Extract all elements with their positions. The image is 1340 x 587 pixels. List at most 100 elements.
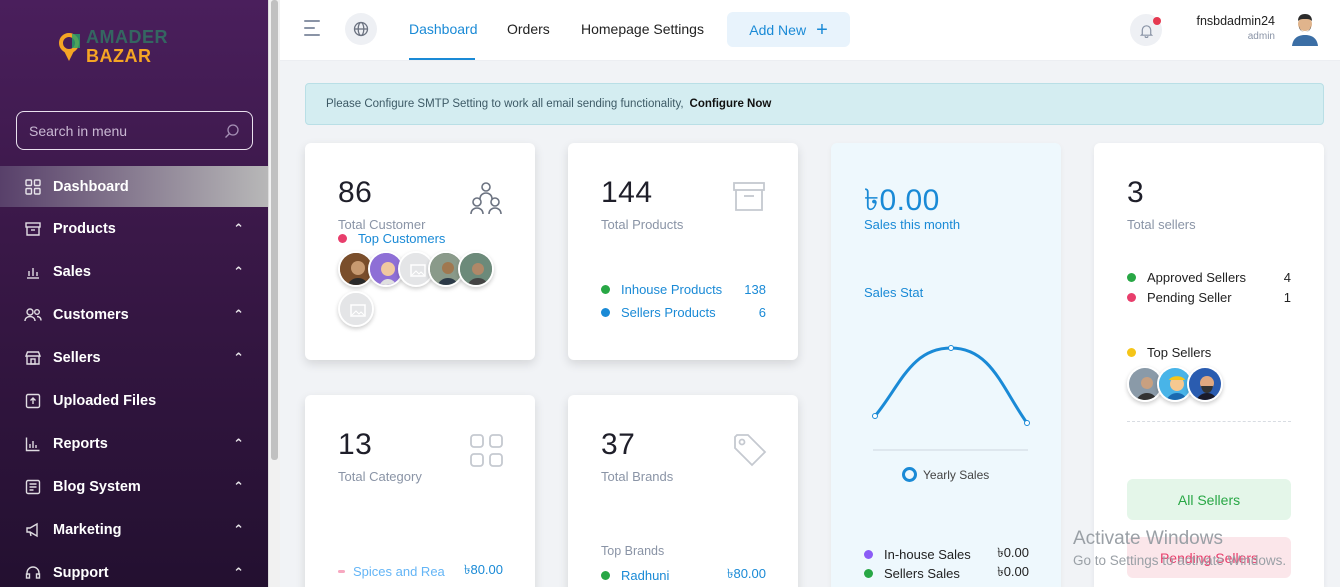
pending-seller-row: Pending Seller 1 xyxy=(1127,290,1291,305)
tag-icon xyxy=(734,434,767,467)
customer-avatar-placeholder[interactable] xyxy=(338,291,374,327)
chart-point xyxy=(872,413,878,419)
category-count: 13 xyxy=(338,428,373,461)
category-grid-icon xyxy=(470,434,503,467)
sales-stat-label: Sales Stat xyxy=(864,285,924,300)
products-card: 144 Total Products Inhouse Products 138 … xyxy=(568,143,798,360)
sellers-card: 3 Total sellers Approved Sellers 4 Pendi… xyxy=(1094,143,1324,587)
tab-dashboard[interactable]: Dashboard xyxy=(409,21,478,37)
chevron-up-icon: ⌃ xyxy=(233,307,244,322)
megaphone-icon xyxy=(24,521,42,539)
upload-icon xyxy=(24,392,42,410)
add-new-button[interactable]: Add New + xyxy=(727,12,850,47)
sidebar-item-sales[interactable]: Sales ⌃ xyxy=(0,250,268,293)
top-customers-heading: Top Customers xyxy=(338,231,445,246)
sellers-products-value: 6 xyxy=(758,305,766,320)
user-avatar[interactable] xyxy=(1290,12,1320,46)
sellers-sales-row: Sellers Sales ৳0.00 xyxy=(864,563,1029,584)
sidebar-item-label: Marketing xyxy=(53,521,122,538)
green-dot xyxy=(864,569,873,578)
configure-now-link[interactable]: Configure Now xyxy=(690,98,772,110)
bar-chart-icon xyxy=(24,435,42,453)
sidebar-item-customers[interactable]: Customers ⌃ xyxy=(0,293,268,336)
approved-sellers-label: Approved Sellers xyxy=(1147,270,1246,285)
category-item-row: Spices and Rea ৳80.00 xyxy=(338,561,503,582)
chevron-up-icon: ⌃ xyxy=(233,436,244,451)
scrollbar-thumb[interactable] xyxy=(271,0,278,460)
tab-orders[interactable]: Orders xyxy=(507,21,550,37)
sidebar-item-sellers[interactable]: Sellers ⌃ xyxy=(0,336,268,379)
customer-avatar[interactable] xyxy=(458,251,494,287)
sidebar-item-uploaded-files[interactable]: Uploaded Files xyxy=(0,379,268,422)
inhouse-products-row: Inhouse Products 138 xyxy=(601,282,766,297)
windows-watermark-subtitle: Go to Settings to activate Windows. xyxy=(1073,553,1287,568)
approved-sellers-row: Approved Sellers 4 xyxy=(1127,270,1291,285)
top-customers-label: Top Customers xyxy=(358,231,446,246)
product-count: 144 xyxy=(601,176,653,209)
seller-count: 3 xyxy=(1127,176,1145,209)
logo-text-top: AMADER xyxy=(86,27,168,47)
sidebar-search-input[interactable]: Search in menu xyxy=(16,111,253,150)
brand-count: 37 xyxy=(601,428,636,461)
chevron-up-icon: ⌃ xyxy=(233,522,244,537)
customer-count: 86 xyxy=(338,176,373,209)
blue-dot xyxy=(601,308,610,317)
globe-icon[interactable] xyxy=(345,13,377,45)
topbar: Dashboard Orders Homepage Settings Add N… xyxy=(280,0,1340,61)
chevron-up-icon: ⌃ xyxy=(233,221,244,236)
customers-card: 86 Total Customer Top Customers xyxy=(305,143,535,360)
chevron-up-icon: ⌃ xyxy=(233,264,244,279)
sidebar-item-dashboard[interactable]: Dashboard xyxy=(0,166,268,207)
sidebar-scrollbar[interactable] xyxy=(268,0,280,587)
top-sellers-heading: Top Sellers xyxy=(1127,345,1211,360)
notification-bell-icon[interactable] xyxy=(1130,14,1162,46)
chevron-up-icon: ⌃ xyxy=(233,350,244,365)
windows-watermark-title: Activate Windows xyxy=(1073,528,1223,549)
yellow-dot xyxy=(1127,348,1136,357)
chart-legend: Yearly Sales xyxy=(902,467,989,482)
users-icon xyxy=(24,306,42,324)
sellers-products-row: Sellers Products 6 xyxy=(601,305,766,320)
brand-item-label: Radhuni xyxy=(621,568,670,583)
category-card: 13 Total Category Spices and Rea ৳80.00 xyxy=(305,395,535,587)
sellers-products-label: Sellers Products xyxy=(621,305,716,320)
inhouse-products-value: 138 xyxy=(744,282,766,297)
green-dot xyxy=(1127,273,1136,282)
alert-text: Please Configure SMTP Setting to work al… xyxy=(326,98,684,110)
chart-bars-icon xyxy=(24,263,42,281)
sidebar-item-label: Reports xyxy=(53,435,108,452)
sidebar-item-label: Products xyxy=(53,220,116,237)
all-sellers-button[interactable]: All Sellers xyxy=(1127,479,1291,520)
sales-label: Sales this month xyxy=(864,217,961,232)
product-label: Total Products xyxy=(601,217,684,232)
menu-toggle-icon[interactable] xyxy=(304,20,322,36)
purple-dot xyxy=(864,550,873,559)
sales-line-chart xyxy=(872,345,1030,451)
logo[interactable]: AMADER BAZAR xyxy=(58,28,168,66)
yearly-sales-line xyxy=(873,346,1029,424)
sidebar-item-reports[interactable]: Reports ⌃ xyxy=(0,422,268,465)
sidebar-item-marketing[interactable]: Marketing ⌃ xyxy=(0,508,268,551)
category-item-value: ৳80.00 xyxy=(463,562,503,577)
brand-item-value: ৳80.00 xyxy=(726,566,766,581)
tab-homepage-settings[interactable]: Homepage Settings xyxy=(581,21,704,37)
inhouse-sales-label: In-house Sales xyxy=(884,547,971,562)
box-icon xyxy=(733,182,765,211)
sidebar-item-products[interactable]: Products ⌃ xyxy=(0,207,268,250)
top-sellers-label: Top Sellers xyxy=(1147,345,1212,360)
sidebar-menu: Dashboard Products ⌃ Sales ⌃ Customers ⌃… xyxy=(0,166,268,587)
sidebar-item-label: Support xyxy=(53,564,109,581)
sales-card: ৳0.00 Sales this month Sales Stat Yearly… xyxy=(831,143,1061,587)
sidebar-item-label: Dashboard xyxy=(53,178,129,195)
green-dot xyxy=(601,571,610,580)
sidebar: AMADER BAZAR Search in menu Dashboard Pr… xyxy=(0,0,268,587)
smtp-alert: Please Configure SMTP Setting to work al… xyxy=(305,83,1324,125)
chevron-up-icon: ⌃ xyxy=(233,479,244,494)
category-item-label: Spices and Rea xyxy=(353,564,445,579)
sidebar-item-support[interactable]: Support ⌃ xyxy=(0,551,268,587)
user-info[interactable]: fnsbdadmin24 admin xyxy=(1175,14,1275,42)
seller-avatar[interactable] xyxy=(1187,366,1223,402)
notification-dot xyxy=(1153,17,1161,25)
sidebar-item-blog-system[interactable]: Blog System ⌃ xyxy=(0,465,268,508)
logo-text-bottom: BAZAR xyxy=(86,46,152,66)
